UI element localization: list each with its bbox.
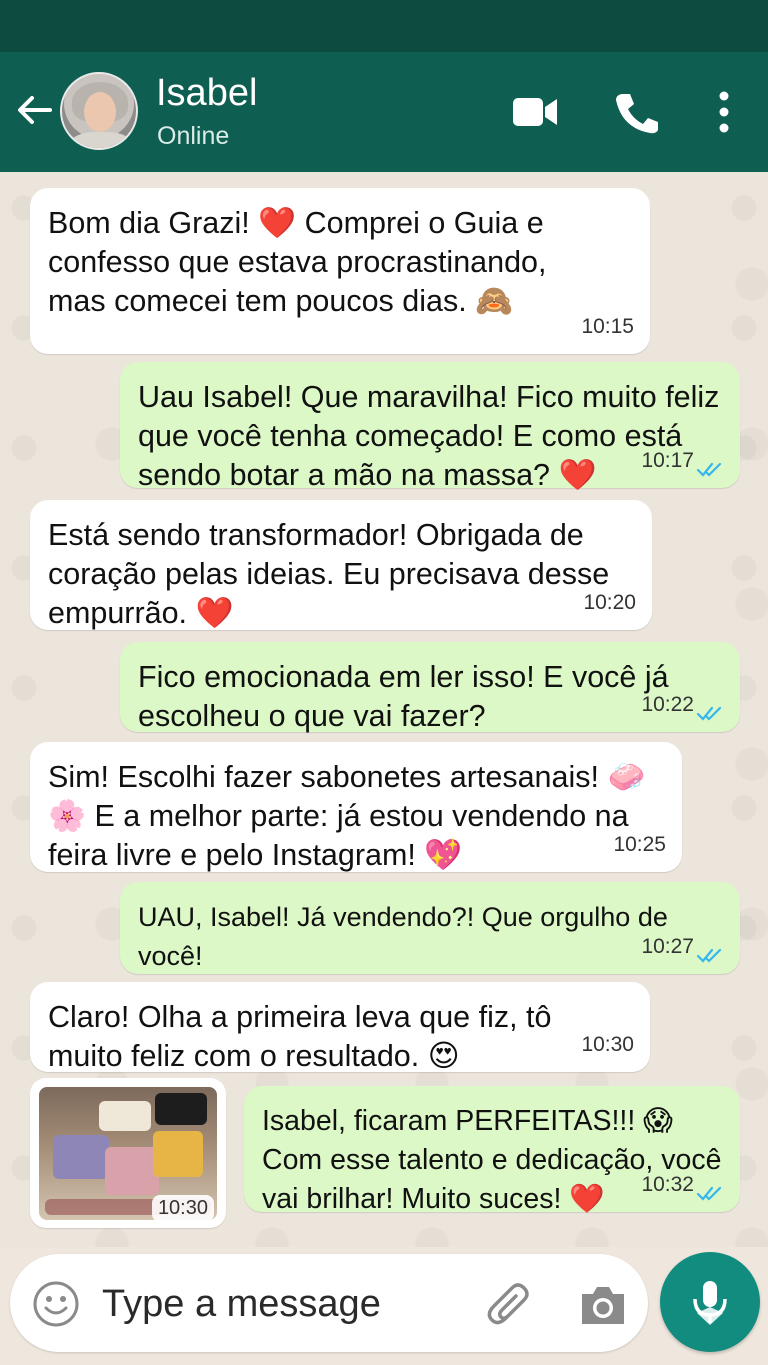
contact-name[interactable]: Isabel: [156, 72, 257, 115]
message-text: Uau Isabel! Que maravilha! Fico muito fe…: [138, 380, 720, 492]
message-text: Claro! Olha a primeira leva que fiz, tô …: [48, 1000, 552, 1073]
message-text: Sim! Escolhi fazer sabonetes artesanais!…: [48, 760, 646, 872]
message-outgoing[interactable]: Fico emocionada em ler isso! E você já e…: [120, 642, 740, 733]
contact-status: Online: [157, 122, 230, 150]
message-text: Está sendo transformador! Obrigada de co…: [48, 518, 610, 630]
more-options-icon[interactable]: [702, 90, 746, 134]
mic-button[interactable]: [660, 1252, 760, 1352]
message-outgoing[interactable]: Uau Isabel! Que maravilha! Fico muito fe…: [120, 362, 740, 492]
message-time: 10:20: [583, 591, 636, 614]
message-text: Bom dia Grazi! ❤️ Comprei o Guia e confe…: [48, 206, 547, 318]
video-call-icon[interactable]: [511, 90, 559, 134]
message-time: 10:30: [151, 1195, 214, 1222]
message-time: 10:17: [641, 449, 694, 472]
avatar[interactable]: [60, 72, 138, 150]
message-incoming[interactable]: Bom dia Grazi! ❤️ Comprei o Guia e confe…: [30, 188, 650, 354]
message-outgoing[interactable]: UAU, Isabel! Já vendendo?! Que orgulho d…: [120, 882, 740, 1010]
message-composer: [10, 1254, 648, 1352]
message-input[interactable]: [100, 1276, 464, 1332]
message-incoming[interactable]: Sim! Escolhi fazer sabonetes artesanais!…: [30, 742, 682, 872]
message-time: 10:30: [581, 1033, 634, 1056]
emoji-icon[interactable]: [32, 1280, 80, 1328]
message-photo[interactable]: 10:30: [30, 1078, 226, 1228]
status-bar: [0, 0, 768, 52]
message-time: 10:27: [641, 935, 694, 958]
message-time: 10:32: [641, 1173, 694, 1196]
message-time: 10:15: [581, 315, 634, 338]
message-text: Fico emocionada em ler isso! E você já e…: [138, 660, 669, 733]
message-incoming[interactable]: Claro! Olha a primeira leva que fiz, tô …: [30, 982, 650, 1073]
double-check-icon: [696, 706, 722, 721]
phone-icon[interactable]: [612, 90, 660, 134]
chat-header: Isabel Online: [0, 52, 768, 172]
attach-icon[interactable]: [484, 1280, 534, 1330]
message-incoming[interactable]: Está sendo transformador! Obrigada de co…: [30, 500, 652, 630]
double-check-icon: [696, 1186, 722, 1201]
message-time: 10:22: [641, 693, 694, 716]
double-check-icon: [696, 948, 722, 963]
camera-icon[interactable]: [578, 1282, 628, 1328]
double-check-icon: [696, 462, 722, 477]
message-outgoing[interactable]: Isabel, ficaram PERFEITAS!!! 😱 Com esse …: [244, 1086, 740, 1215]
message-time: 10:25: [613, 833, 666, 856]
back-arrow-icon[interactable]: [14, 90, 54, 130]
mic-icon: [693, 1281, 727, 1325]
